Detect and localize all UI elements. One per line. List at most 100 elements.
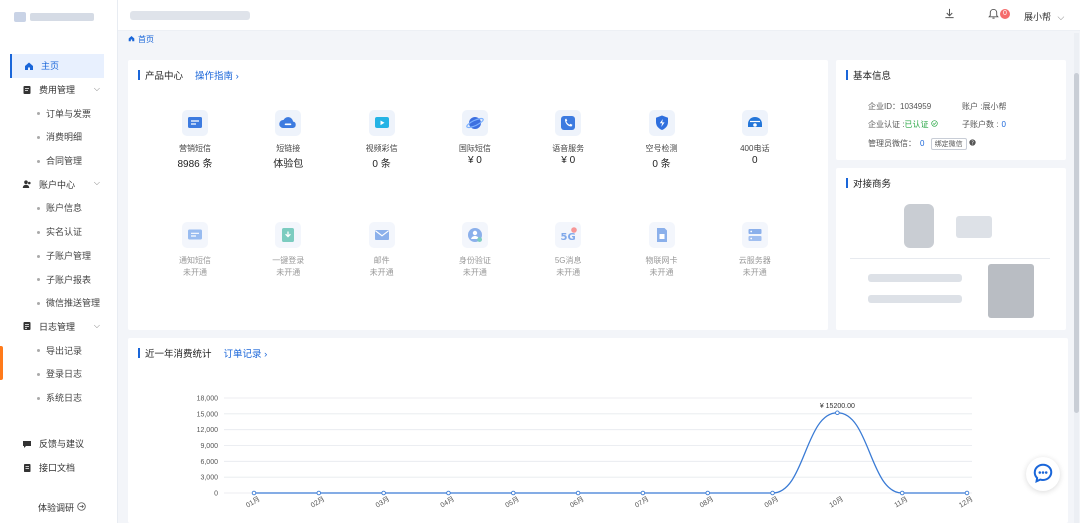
sidebar-item-label: 导出记录 xyxy=(46,345,83,356)
sidebar-item[interactable]: 微信推送管理 xyxy=(0,291,118,315)
sim-icon xyxy=(648,222,675,248)
sidebar-item[interactable]: 子账户管理 xyxy=(0,244,118,268)
floating-tab[interactable] xyxy=(0,346,3,380)
x-tick-label: 01月 xyxy=(245,495,262,509)
customer-service-button[interactable] xyxy=(1026,457,1060,491)
product-tile[interactable]: 一键登录 未开通 xyxy=(256,222,320,278)
product-tile[interactable]: 400电话 0 xyxy=(723,110,787,166)
product-value: ¥ 0 xyxy=(467,155,482,166)
sidebar-item-label: 主页 xyxy=(41,61,60,72)
product-value: 未开通 xyxy=(183,268,207,277)
sidebar-item[interactable]: 主页 xyxy=(10,54,104,78)
sidebar-item[interactable]: 账户信息 xyxy=(0,196,118,220)
brand-logo[interactable] xyxy=(14,10,98,24)
sidebar-item[interactable]: 系统日志 xyxy=(0,386,118,410)
sidebar-bottom: 反馈与建议 接口文档 xyxy=(0,432,118,479)
data-point xyxy=(381,490,386,496)
product-value: 未开通 xyxy=(276,268,301,277)
product-center-header: 产品中心 操作指南 › xyxy=(138,68,239,82)
sidebar-item[interactable]: 费用管理 ⌵ xyxy=(0,78,118,102)
series-line xyxy=(254,412,967,494)
data-point xyxy=(899,490,905,496)
product-center-card: 产品中心 操作指南 › 营销短信 8986 条短链接 体验包视频彩信 0 条 国际短信 ¥… xyxy=(128,60,828,330)
x-tick-label: 04月 xyxy=(439,495,456,509)
sidebar-menu: 主页费用管理 ⌵ 订单与发票 消费明细 合同管理 账户中心 ⌵ 账户信息实名认证子账户管理子账… xyxy=(0,54,118,409)
y-tick-label: 9,000 xyxy=(200,443,218,450)
product-tile[interactable]: 空号检测 0 条 xyxy=(630,110,694,170)
product-tile[interactable]: 5G 5G消息 未开通 xyxy=(536,222,600,278)
scrollbar-thumb[interactable] xyxy=(1074,73,1079,413)
sidebar-item[interactable]: 导出记录 xyxy=(0,338,118,362)
sidebar-item[interactable]: 消费明细 xyxy=(0,125,118,149)
product-value: 0 条 xyxy=(372,159,391,170)
survey-label: 体验调研 xyxy=(38,502,75,513)
feedback-icon xyxy=(22,439,32,449)
x-tick-label: 12月 xyxy=(958,495,975,509)
product-value: 0 xyxy=(752,155,758,166)
sidebar-item[interactable]: 实名认证 xyxy=(0,220,118,244)
product-tile[interactable]: 邮件 未开通 xyxy=(350,222,414,278)
sidebar-item[interactable]: 订单与发票 xyxy=(0,101,118,125)
basic-info-title: 基本信息 xyxy=(853,71,892,82)
product-tile[interactable]: 短链接 体验包 xyxy=(256,110,320,170)
peak-annotation: ¥ 15200.00 xyxy=(820,403,855,410)
sidebar-item[interactable]: 子账户报表 xyxy=(0,267,118,291)
product-tile[interactable]: 语音服务 ¥ 0 xyxy=(536,110,600,166)
data-point xyxy=(770,490,775,496)
sidebar-item[interactable]: 账户中心 ⌵ xyxy=(0,172,118,196)
product-name: 云服务器 xyxy=(738,256,771,265)
chevron-down-icon: ⌵ xyxy=(1057,12,1065,22)
product-value: 未开通 xyxy=(369,268,394,277)
product-value: 0 条 xyxy=(652,159,671,170)
company-id: 企业ID：1034959 xyxy=(868,102,932,111)
survey-link[interactable]: 体验调研 xyxy=(0,496,118,518)
user-menu[interactable]: 展小帮 ⌵ xyxy=(1024,10,1064,23)
sidebar-bottom-label: 接口文档 xyxy=(39,463,76,474)
product-tile[interactable]: 身份验证 未开通 xyxy=(443,222,507,278)
product-name: 视频彩信 xyxy=(365,144,398,153)
sidebar-item[interactable]: 日志管理 ⌵ xyxy=(0,315,118,339)
y-tick-label: 12,000 xyxy=(197,427,219,434)
bell-icon[interactable] xyxy=(988,8,999,23)
product-tile[interactable]: 国际短信 ¥ 0 xyxy=(443,110,507,166)
sidebar-item[interactable]: 合同管理 xyxy=(0,149,118,173)
x-tick-label: 09月 xyxy=(763,495,780,509)
product-name: 国际短信 xyxy=(458,144,491,153)
5g-icon: 5G xyxy=(555,222,582,248)
page-scrollbar[interactable] xyxy=(1074,33,1079,523)
x-tick-label: 11月 xyxy=(893,495,909,509)
sidebar-item[interactable]: 登录日志 xyxy=(0,362,118,386)
product-tile[interactable]: 云服务器 未开通 xyxy=(723,222,787,278)
sidebar-bottom-item[interactable]: 接口文档 xyxy=(0,456,118,480)
guide-link[interactable]: 操作指南 › xyxy=(195,68,239,82)
product-value: 未开通 xyxy=(649,268,674,277)
product-center-title: 产品中心 xyxy=(145,71,184,82)
product-tile[interactable]: 物联网卡 未开通 xyxy=(630,222,694,278)
product-tile[interactable]: 通知短信 未开通 xyxy=(163,222,227,278)
download-icon[interactable] xyxy=(944,8,955,22)
link-cloud-icon xyxy=(275,110,302,136)
product-tile[interactable]: 营销短信 8986 条 xyxy=(163,110,227,170)
check-circle-icon xyxy=(931,120,938,127)
sidebar-bottom-item[interactable]: 反馈与建议 xyxy=(0,432,118,456)
y-tick-label: 0 xyxy=(214,491,218,498)
product-value: 未开通 xyxy=(742,268,767,277)
data-point xyxy=(964,490,970,496)
shield-check-icon xyxy=(648,110,675,136)
sidebar-item-label: 账户信息 xyxy=(46,203,83,214)
top-bar: 0 展小帮 ⌵ xyxy=(118,0,1080,31)
product-name: 物联网卡 xyxy=(645,256,678,265)
svg-text:5G: 5G xyxy=(561,232,576,243)
breadcrumb-home[interactable]: 首页 xyxy=(138,34,154,45)
product-value: 8986 条 xyxy=(177,159,213,170)
sidebar-item-label: 微信推送管理 xyxy=(46,298,101,309)
product-tile[interactable]: 视频彩信 0 条 xyxy=(350,110,414,170)
y-tick-label: 6,000 xyxy=(200,459,218,466)
sidebar-item-label: 子账户管理 xyxy=(46,250,92,261)
product-name: 短链接 xyxy=(276,144,301,153)
telephone-icon xyxy=(741,110,768,136)
help-icon[interactable]: ? xyxy=(969,139,976,148)
partner-card: 对接商务 xyxy=(836,168,1066,330)
partner-phone-blurred xyxy=(868,274,962,282)
bind-wechat-button[interactable]: 绑定微信 xyxy=(930,138,967,150)
